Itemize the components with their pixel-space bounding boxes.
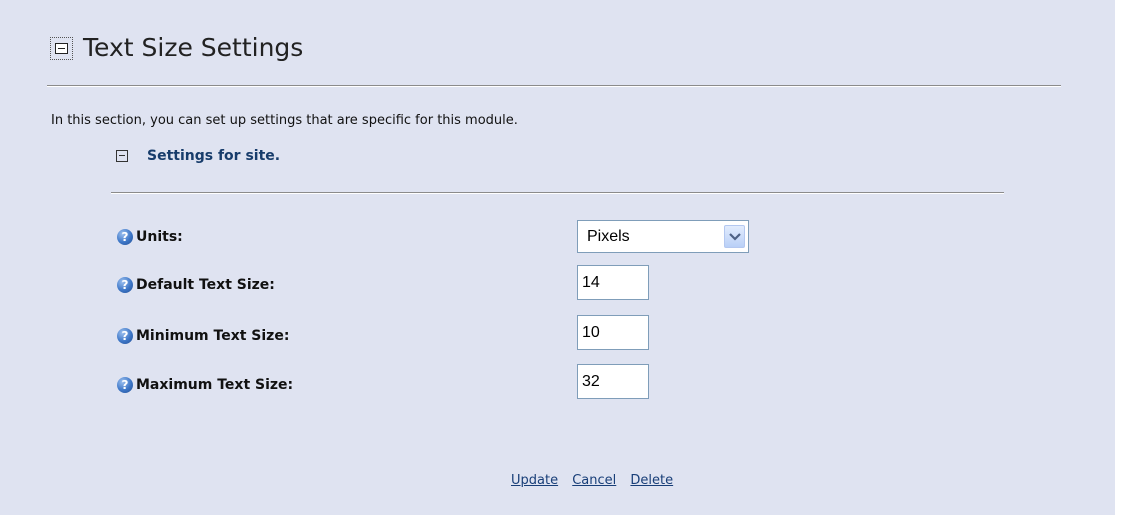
- chevron-down-icon[interactable]: [724, 225, 745, 248]
- maximum-size-label: Maximum Text Size:: [136, 377, 294, 393]
- delete-link[interactable]: Delete: [630, 473, 673, 488]
- page-title: Text Size Settings: [83, 33, 304, 62]
- update-link[interactable]: Update: [511, 473, 558, 488]
- settings-panel: Text Size Settings In this section, you …: [0, 0, 1115, 515]
- action-links: Update Cancel Delete: [511, 472, 683, 490]
- help-icon[interactable]: ?: [117, 229, 133, 245]
- subsection-title[interactable]: Settings for site.: [147, 146, 280, 166]
- units-row-label: ? Units:: [117, 227, 183, 247]
- help-icon[interactable]: ?: [117, 328, 133, 344]
- maximum-size-input[interactable]: [577, 364, 649, 399]
- units-label: Units:: [136, 229, 183, 245]
- units-select[interactable]: Pixels: [577, 220, 749, 253]
- default-size-row-label: ? Default Text Size:: [117, 275, 275, 295]
- minus-box-icon: [55, 43, 68, 54]
- title-divider: [47, 85, 1061, 87]
- maximum-size-row-label: ? Maximum Text Size:: [117, 375, 293, 395]
- collapse-subsection-icon[interactable]: [116, 150, 128, 162]
- cancel-link[interactable]: Cancel: [572, 473, 616, 488]
- default-size-input[interactable]: [577, 265, 649, 300]
- intro-text: In this section, you can set up settings…: [51, 113, 518, 128]
- help-icon[interactable]: ?: [117, 377, 133, 393]
- help-icon[interactable]: ?: [117, 277, 133, 293]
- minimum-size-input[interactable]: [577, 315, 649, 350]
- units-select-value: Pixels: [587, 228, 630, 245]
- subsection-divider: [111, 192, 1004, 194]
- collapse-section-icon[interactable]: [50, 37, 73, 60]
- default-size-label: Default Text Size:: [136, 277, 275, 293]
- minimum-size-row-label: ? Minimum Text Size:: [117, 326, 289, 346]
- minimum-size-label: Minimum Text Size:: [136, 328, 290, 344]
